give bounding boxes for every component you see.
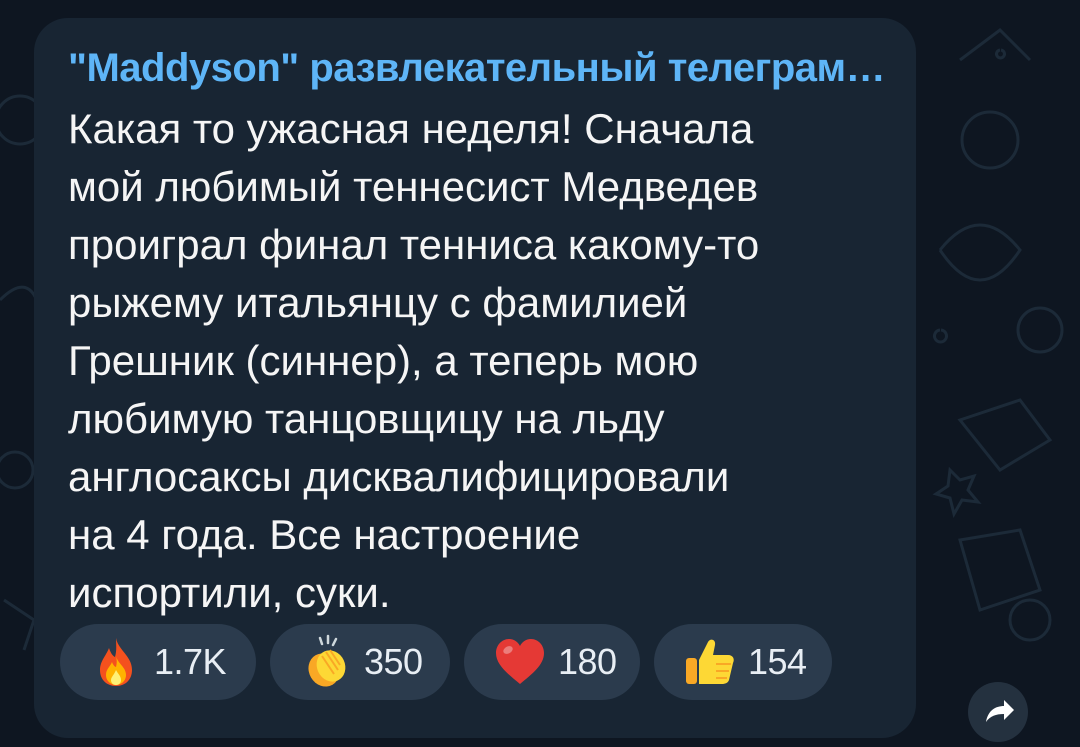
reaction-thumbs-up[interactable]: 154	[654, 624, 832, 700]
reaction-count: 154	[748, 641, 807, 682]
reaction-fire[interactable]: 1.7K	[60, 624, 256, 700]
fire-emoji-icon	[100, 638, 132, 686]
thumbs-up-emoji-icon	[686, 639, 734, 684]
reaction-clap[interactable]: 350	[270, 624, 450, 700]
share-button[interactable]	[968, 682, 1028, 742]
reaction-heart[interactable]: 180	[464, 624, 640, 700]
reaction-count: 350	[364, 641, 423, 682]
reactions-bar: 1.7K 350 180 154	[60, 624, 832, 700]
reaction-count: 180	[558, 641, 617, 682]
reaction-count: 1.7K	[154, 641, 227, 682]
share-arrow-icon	[986, 700, 1014, 722]
message-text: Какая то ужасная неделя! Сначала мой люб…	[68, 105, 760, 616]
clapping-hands-emoji-icon	[308, 634, 346, 687]
channel-name[interactable]: "Maddyson" развлекательный телеграм…	[68, 44, 888, 92]
red-heart-emoji-icon	[496, 639, 544, 684]
